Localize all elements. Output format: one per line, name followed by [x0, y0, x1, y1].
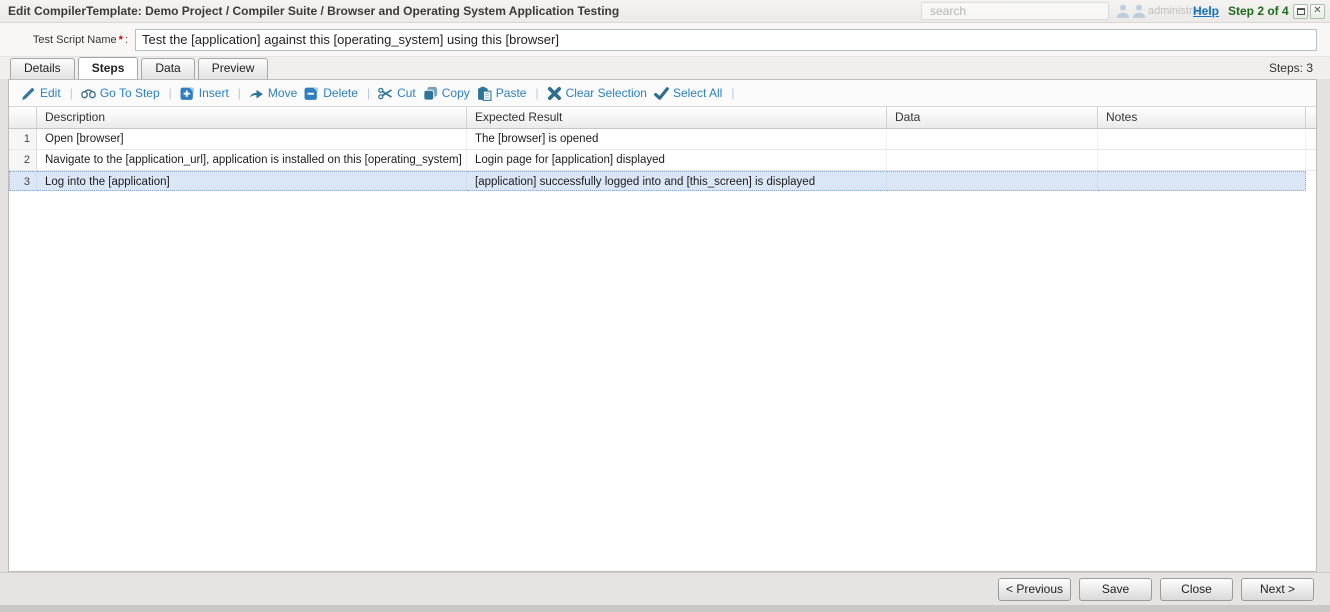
- toolbar-delete-button[interactable]: Delete: [304, 86, 358, 101]
- previous-button[interactable]: < Previous: [998, 578, 1071, 601]
- required-marker: *: [119, 34, 123, 46]
- toolbar-button-label: Cut: [397, 86, 416, 100]
- cell-notes: [1098, 129, 1306, 149]
- row-spacer: [1306, 129, 1316, 149]
- test-script-name-input[interactable]: [135, 29, 1317, 51]
- binoculars-icon: [81, 86, 96, 101]
- tab-details[interactable]: Details: [10, 58, 75, 79]
- tab-bar: DetailsStepsDataPreview Steps: 3: [0, 57, 1330, 79]
- cell-notes: [1098, 150, 1306, 170]
- row-number-header: [9, 107, 37, 128]
- cell-expected-result: [application] successfully logged into a…: [467, 171, 887, 191]
- row-spacer: [1306, 150, 1316, 170]
- toolbar-insert-button[interactable]: Insert: [180, 86, 229, 101]
- next-button[interactable]: Next >: [1241, 578, 1314, 601]
- user-avatar-icon: [1131, 3, 1147, 19]
- toolbar-button-label: Select All: [673, 86, 722, 100]
- steps-toolbar: Edit | Go To Step | Insert | Move Delete | Cut Cop…: [9, 80, 1316, 106]
- steps-panel: Edit | Go To Step | Insert | Move Delete | Cut Cop…: [8, 79, 1317, 572]
- toolbar-move-button[interactable]: Move: [249, 86, 297, 101]
- column-header-description: Description: [37, 107, 467, 128]
- toolbar-select-all-button[interactable]: Select All: [654, 86, 722, 101]
- dialog-title-bar: Edit CompilerTemplate: Demo Project / Co…: [0, 0, 1330, 23]
- table-row[interactable]: 3Log into the [application][application]…: [9, 171, 1316, 192]
- toolbar-button-label: Insert: [199, 86, 229, 100]
- table-row[interactable]: 1Open [browser]The [browser] is opened: [9, 129, 1316, 150]
- bottom-strip: [0, 605, 1330, 612]
- toolbar-button-label: Clear Selection: [566, 86, 647, 100]
- column-header-data: Data: [887, 107, 1098, 128]
- toolbar-button-label: Edit: [40, 86, 61, 100]
- scissors-icon: [378, 86, 393, 101]
- toolbar-divider: |: [731, 86, 734, 100]
- cell-data: [887, 171, 1098, 191]
- test-script-name-row: Test Script Name*:: [0, 23, 1330, 57]
- toolbar-cut-button[interactable]: Cut: [378, 86, 416, 101]
- cell-expected-result: Login page for [application] displayed: [467, 150, 887, 170]
- row-number: 1: [9, 129, 37, 149]
- test-script-name-label: Test Script Name*:: [8, 34, 128, 46]
- dialog-title: Edit CompilerTemplate: Demo Project / Co…: [8, 4, 619, 18]
- toolbar-divider: |: [238, 86, 241, 100]
- cell-data: [887, 129, 1098, 149]
- toolbar-copy-button[interactable]: Copy: [423, 86, 470, 101]
- pencil-icon: [21, 86, 36, 101]
- cell-data: [887, 150, 1098, 170]
- cell-description: Open [browser]: [37, 129, 467, 149]
- toolbar-divider: |: [535, 86, 538, 100]
- close-button[interactable]: ✕: [1310, 4, 1325, 19]
- cell-description: Log into the [application]: [37, 171, 467, 191]
- steps-count: Steps: 3: [1269, 61, 1313, 75]
- table-header-row: DescriptionExpected ResultDataNotes: [9, 106, 1316, 129]
- row-number: 2: [9, 150, 37, 170]
- toolbar-edit-button[interactable]: Edit: [21, 86, 61, 101]
- toolbar-clear-selection-button[interactable]: Clear Selection: [547, 86, 647, 101]
- toolbar-button-label: Delete: [323, 86, 358, 100]
- toolbar-button-label: Paste: [496, 86, 527, 100]
- toolbar-button-label: Go To Step: [100, 86, 160, 100]
- close-icon: ✕: [1313, 6, 1321, 16]
- column-header-notes: Notes: [1098, 107, 1306, 128]
- checkmark-icon: [654, 86, 669, 101]
- save-button[interactable]: Save: [1079, 578, 1152, 601]
- row-number: 3: [9, 171, 37, 191]
- toolbar-divider: |: [367, 86, 370, 100]
- toolbar-divider: |: [70, 86, 73, 100]
- wizard-footer: < Previous Save Close Next >: [0, 572, 1330, 605]
- insert-page-icon: [180, 86, 195, 101]
- tab-data[interactable]: Data: [141, 58, 194, 79]
- header-spacer: [1306, 107, 1316, 128]
- cell-description: Navigate to the [application_url], appli…: [37, 150, 467, 170]
- toolbar-button-label: Copy: [442, 86, 470, 100]
- toolbar-divider: |: [169, 86, 172, 100]
- table-row[interactable]: 2Navigate to the [application_url], appl…: [9, 150, 1316, 171]
- column-header-expected-result: Expected Result: [467, 107, 887, 128]
- copy-icon: [423, 86, 438, 101]
- user-avatar-icon: [1115, 3, 1131, 19]
- toolbar-button-label: Move: [268, 86, 297, 100]
- close-button[interactable]: Close: [1160, 578, 1233, 601]
- toolbar-go-to-step-button[interactable]: Go To Step: [81, 86, 160, 101]
- background-search-placeholder: search: [930, 4, 966, 18]
- edit-template-dialog: Edit CompilerTemplate: Demo Project / Co…: [0, 0, 1330, 612]
- cell-notes: [1098, 171, 1306, 191]
- row-spacer: [1306, 171, 1316, 191]
- tab-preview[interactable]: Preview: [198, 58, 269, 79]
- maximize-button[interactable]: [1293, 4, 1308, 19]
- paste-icon: [477, 86, 492, 101]
- tab-steps[interactable]: Steps: [78, 57, 139, 79]
- background-search-input: search: [921, 2, 1109, 20]
- table-body: 1Open [browser]The [browser] is opened2N…: [9, 129, 1316, 192]
- step-indicator: Step 2 of 4: [1228, 4, 1289, 18]
- maximize-icon: [1297, 8, 1305, 15]
- move-arrow-icon: [249, 86, 264, 101]
- toolbar-paste-button[interactable]: Paste: [477, 86, 527, 101]
- clear-x-icon: [547, 86, 562, 101]
- help-link[interactable]: Help: [1193, 4, 1219, 18]
- cell-expected-result: The [browser] is opened: [467, 129, 887, 149]
- delete-page-icon: [304, 86, 319, 101]
